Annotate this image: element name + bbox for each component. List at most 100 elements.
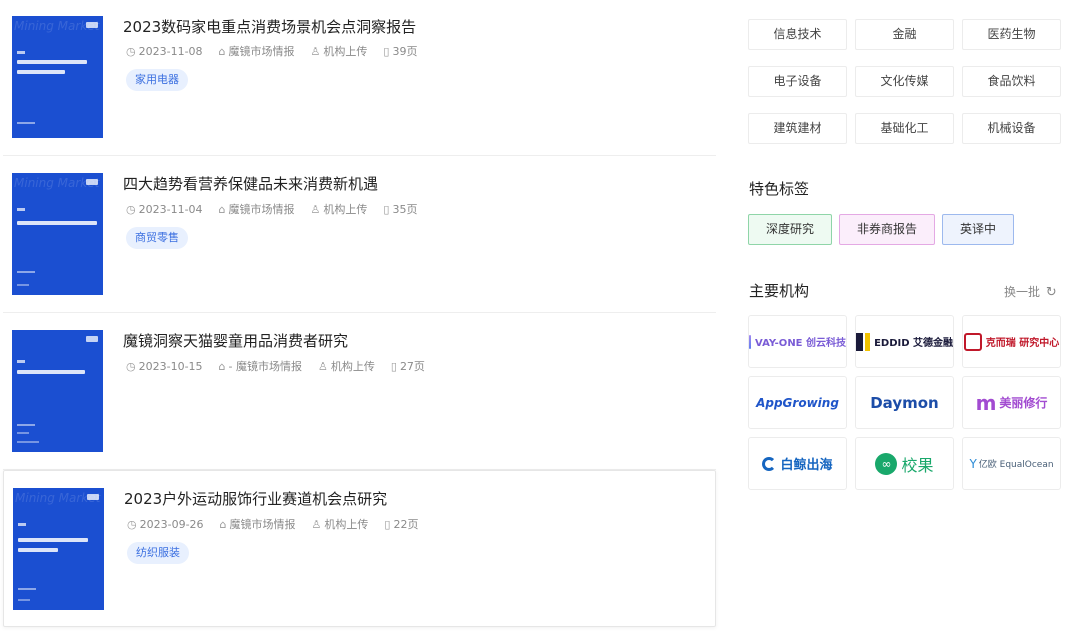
featured-tag-deep-research[interactable]: 深度研究 xyxy=(748,214,833,245)
report-upload: 机构上传 xyxy=(330,360,375,373)
document-icon: ▯ xyxy=(383,45,390,58)
report-item[interactable]: Mining Market Intelligence 四大趋势看营养保健品未来消… xyxy=(3,156,716,313)
switch-batch-button[interactable]: 换一批 ↻ xyxy=(1004,283,1057,300)
cover-mark xyxy=(17,360,25,363)
report-title[interactable]: 2023数码家电重点消费场景机会点洞察报告 xyxy=(123,17,416,37)
institution-logo-equalocean[interactable]: Y 亿欧 EqualOcean xyxy=(962,437,1061,490)
institution-logo-xiaoguo[interactable]: ∞ 校果 xyxy=(855,437,954,490)
cover-logo-icon xyxy=(86,22,98,28)
cover-mark xyxy=(17,51,25,54)
industry-button[interactable]: 建筑建材 xyxy=(748,113,847,144)
report-upload: 机构上传 xyxy=(323,45,368,58)
report-item[interactable]: Mining Market Intelligence 2023户外运动服饰行业赛… xyxy=(3,470,716,627)
institution-logo-baijing[interactable]: 白鲸出海 xyxy=(748,437,847,490)
cover-title-line xyxy=(17,370,85,374)
report-title[interactable]: 四大趋势看营养保健品未来消费新机遇 xyxy=(123,174,378,194)
cover-title-line xyxy=(17,70,65,74)
institution-logo-cric[interactable]: 克而瑞 研究中心 xyxy=(962,315,1061,368)
report-source[interactable]: - 魔镜市场情报 xyxy=(229,360,302,374)
industry-button[interactable]: 医药生物 xyxy=(962,19,1061,50)
cric-logo-icon xyxy=(963,332,982,351)
clock-icon: ◷ xyxy=(126,360,136,373)
building-icon: ⌂ xyxy=(218,360,226,373)
featured-tag-non-broker[interactable]: 非券商报告 xyxy=(839,214,936,245)
industry-button[interactable]: 信息技术 xyxy=(748,19,847,50)
report-source[interactable]: 魔镜市场情报 xyxy=(230,518,296,532)
report-list: Mining Market Intelligence 2023数码家电重点消费场… xyxy=(0,0,718,643)
industry-button[interactable]: 基础化工 xyxy=(855,113,954,144)
industry-tag[interactable]: 商贸零售 xyxy=(126,227,188,249)
institution-name: 克而瑞 研究中心 xyxy=(985,338,1060,349)
report-cover[interactable]: Mining Market Intelligence xyxy=(13,488,104,610)
report-upload: 机构上传 xyxy=(324,518,369,531)
institution-name: 美丽修行 xyxy=(999,396,1048,410)
document-icon: ▯ xyxy=(383,203,390,216)
report-meta: ◷ 2023-09-26 ⌂ 魔镜市场情报 ♙ 机构上传 ▯ 22页 xyxy=(127,518,418,532)
report-cover[interactable]: Mining Market Intelligence xyxy=(12,173,103,295)
report-source[interactable]: 魔镜市场情报 xyxy=(229,203,295,217)
cover-footer xyxy=(17,432,29,434)
report-item[interactable]: 魔镜洞察天猫婴童用品消费者研究 ◷ 2023-10-15 ⌂ - 魔镜市场情报 ♙ 机… xyxy=(3,313,716,470)
institution-name: 白鲸出海 xyxy=(780,458,833,473)
cover-footer xyxy=(17,284,29,286)
report-meta: ◷ 2023-10-15 ⌂ - 魔镜市场情报 ♙ 机构上传 ▯ 27页 xyxy=(126,360,425,374)
cover-footer xyxy=(18,599,30,601)
cover-footer xyxy=(17,271,35,273)
institution-logo-appgrowing[interactable]: AppGrowing xyxy=(748,376,847,429)
cover-title-line xyxy=(17,221,97,225)
institution-logo-meili[interactable]: m 美丽修行 xyxy=(962,376,1061,429)
report-meta: ◷ 2023-11-04 ⌂ 魔镜市场情报 ♙ 机构上传 ▯ 35页 xyxy=(126,203,417,217)
industry-button[interactable]: 文化传媒 xyxy=(855,66,954,97)
industry-button[interactable]: 电子设备 xyxy=(748,66,847,97)
refresh-icon: ↻ xyxy=(1045,285,1057,300)
building-icon: ⌂ xyxy=(218,203,226,216)
equalocean-logo-icon: Y xyxy=(969,456,977,471)
institution-logo-daymon[interactable]: Daymon xyxy=(855,376,954,429)
report-item[interactable]: Mining Market Intelligence 2023数码家电重点消费场… xyxy=(3,0,716,156)
institutions-title: 主要机构 xyxy=(749,282,810,300)
institution-logo-eddid[interactable]: EDDID 艾德金融 xyxy=(855,315,954,368)
report-date: 2023-09-26 xyxy=(139,518,204,531)
cover-title-line xyxy=(17,60,87,64)
institution-logo-vayone[interactable]: VAY-ONE 创云科技 xyxy=(748,315,847,368)
cover-mark xyxy=(17,208,25,211)
report-pages: 39页 xyxy=(392,45,418,58)
eddid-logo-icon xyxy=(856,332,864,351)
cover-title-line xyxy=(18,548,58,552)
industry-tag[interactable]: 家用电器 xyxy=(126,69,188,91)
industry-tag[interactable]: 纺织服装 xyxy=(127,542,189,564)
building-icon: ⌂ xyxy=(218,45,226,58)
cover-mark xyxy=(18,523,26,526)
clock-icon: ◷ xyxy=(126,203,136,216)
cover-footer xyxy=(17,424,35,426)
institution-name: 校果 xyxy=(901,455,934,475)
report-source[interactable]: 魔镜市场情报 xyxy=(229,45,295,59)
report-pages: 27页 xyxy=(399,360,425,373)
report-date: 2023-10-15 xyxy=(138,360,203,373)
report-cover[interactable]: Mining Market Intelligence xyxy=(12,16,103,138)
building-icon: ⌂ xyxy=(219,518,227,531)
industry-button[interactable]: 食品饮料 xyxy=(962,66,1061,97)
report-title[interactable]: 魔镜洞察天猫婴童用品消费者研究 xyxy=(123,331,348,351)
institution-name: Daymon xyxy=(870,393,939,412)
institution-name: AppGrowing xyxy=(756,395,839,410)
user-icon: ♙ xyxy=(310,45,321,58)
clock-icon: ◷ xyxy=(127,518,137,531)
cover-footer xyxy=(18,588,36,590)
featured-tag-translated[interactable]: 英译中 xyxy=(942,214,1015,245)
industry-button[interactable]: 机械设备 xyxy=(962,113,1061,144)
report-upload: 机构上传 xyxy=(323,203,368,216)
meili-logo-icon: m xyxy=(975,390,997,415)
report-date: 2023-11-08 xyxy=(138,45,203,58)
report-date: 2023-11-04 xyxy=(138,203,203,216)
vayone-logo-icon xyxy=(749,334,752,349)
baijing-logo-icon xyxy=(762,456,777,471)
report-cover[interactable] xyxy=(12,330,103,452)
switch-batch-label: 换一批 xyxy=(1004,285,1041,299)
institution-name: 亿欧 EqualOcean xyxy=(978,460,1054,470)
report-title[interactable]: 2023户外运动服饰行业赛道机会点研究 xyxy=(124,489,387,509)
report-pages: 35页 xyxy=(392,203,418,216)
industry-button[interactable]: 金融 xyxy=(855,19,954,50)
cover-footer xyxy=(17,122,35,124)
document-icon: ▯ xyxy=(390,360,397,373)
